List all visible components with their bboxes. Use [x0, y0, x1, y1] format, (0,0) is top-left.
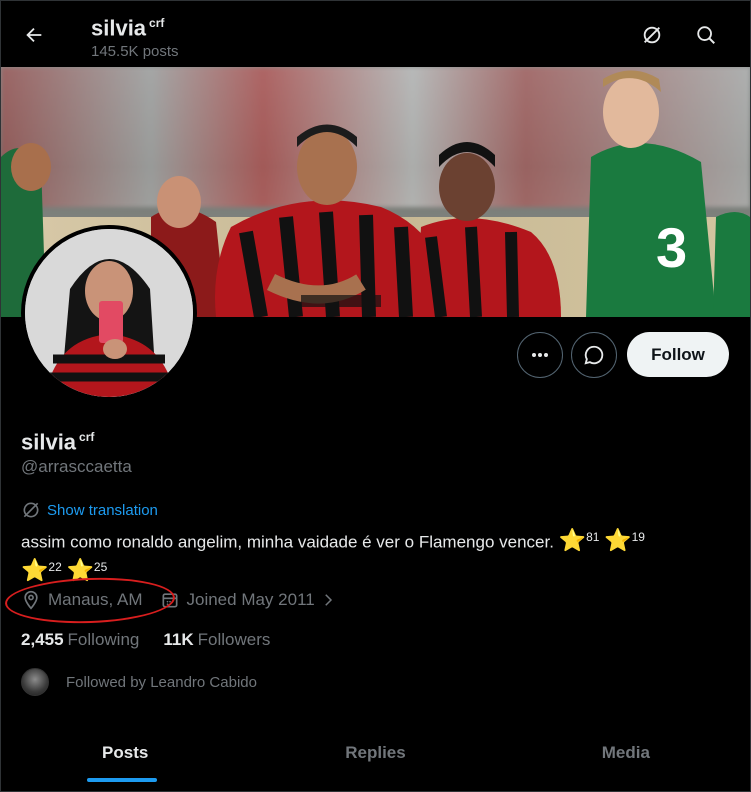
profile-avatar[interactable] — [21, 225, 197, 401]
active-tab-indicator — [87, 778, 157, 782]
follow-stats: 2,455 Following 11K Followers — [21, 630, 294, 650]
header-name: silvia crf — [91, 9, 179, 42]
tab-media[interactable]: Media — [501, 720, 751, 785]
message-button[interactable] — [571, 332, 617, 378]
followers-label: Followers — [197, 630, 271, 649]
calendar-icon — [162, 593, 177, 608]
star-number: 19 — [631, 530, 645, 544]
svg-text:3: 3 — [656, 216, 687, 279]
follower-avatar — [21, 668, 49, 696]
follow-button[interactable]: Follow — [627, 332, 729, 377]
followed-by-text: Followed by Leandro Cabido — [66, 673, 257, 691]
tab-replies[interactable]: Replies — [250, 720, 500, 785]
search-button[interactable] — [688, 17, 724, 53]
location-text: Manaus, AM — [48, 590, 143, 609]
chevron-right-icon — [324, 594, 332, 606]
profile-name-sup: crf — [79, 430, 95, 444]
profile-bio: assim como ronaldo angelim, minha vaidad… — [21, 525, 726, 584]
posts-count: 145.5K posts — [91, 43, 179, 61]
arrow-left-icon — [26, 27, 42, 43]
star-number: 81 — [586, 530, 600, 544]
header-name-sup: crf — [149, 16, 165, 30]
translate-toggle-button[interactable] — [634, 17, 670, 53]
show-translation-label: Show translation — [47, 501, 158, 519]
avatar-photo — [25, 229, 193, 397]
following-link[interactable]: 2,455 Following — [21, 630, 139, 650]
profile-tabs: Posts Replies Media — [0, 720, 751, 785]
star-emoji: ⭐ — [66, 557, 94, 583]
back-button[interactable] — [16, 17, 52, 53]
following-label: Following — [67, 630, 140, 649]
more-options-button[interactable] — [517, 332, 563, 378]
star-emoji: ⭐ — [604, 527, 632, 553]
tab-posts[interactable]: Posts — [0, 720, 250, 785]
profile-meta: Manaus, AM Joined May 2011 — [21, 590, 337, 610]
translate-icon — [643, 26, 661, 44]
bio-text: assim como ronaldo angelim, minha vaidad… — [21, 532, 554, 552]
star-number: 25 — [93, 559, 108, 574]
location: Manaus, AM — [21, 590, 143, 610]
following-count: 2,455 — [21, 630, 64, 649]
star-emoji: ⭐ — [21, 557, 49, 583]
star-number: 22 — [48, 559, 62, 574]
search-icon — [697, 26, 715, 44]
profile-name: silvia crf — [21, 423, 94, 456]
header-name-text: silvia — [91, 15, 147, 41]
ellipsis-icon — [532, 353, 548, 357]
profile-handle: @arrasccaetta — [21, 457, 132, 476]
header-title: silvia crf 145.5K posts — [91, 9, 179, 61]
joined-text: Joined May 2011 — [186, 590, 315, 609]
top-bar: silvia crf 145.5K posts — [0, 0, 751, 67]
translate-icon — [23, 502, 39, 518]
show-translation-link[interactable]: Show translation — [21, 500, 158, 520]
location-pin-icon — [24, 590, 38, 610]
profile-name-text: silvia — [21, 429, 77, 455]
followed-by[interactable]: Followed by Leandro Cabido — [21, 668, 257, 696]
followers-count: 11K — [163, 630, 194, 649]
chat-bubble-icon — [584, 345, 604, 365]
star-emoji: ⭐ — [558, 527, 587, 553]
followers-link[interactable]: 11K Followers — [163, 630, 270, 650]
joined-date[interactable]: Joined May 2011 — [160, 590, 337, 610]
